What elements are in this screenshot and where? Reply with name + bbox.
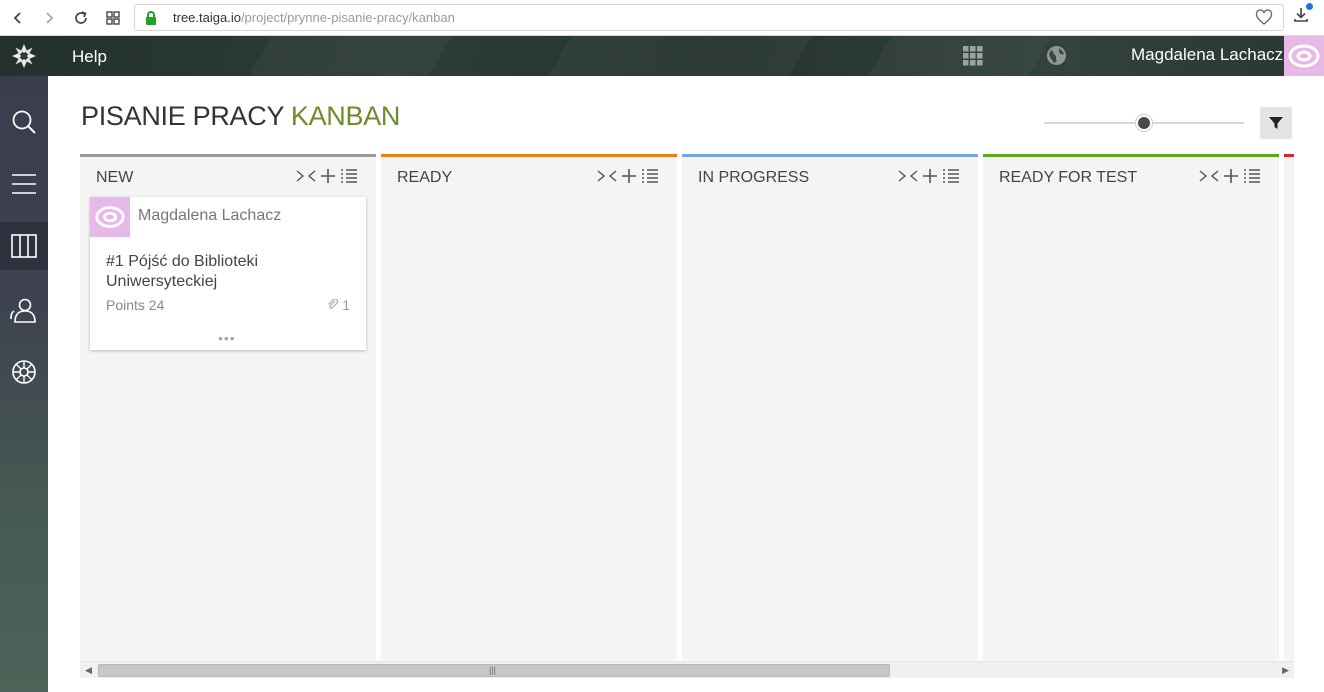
scrollbar-thumb[interactable]: ||| — [98, 664, 890, 677]
card-title-link[interactable]: #1 Pójść do Biblioteki Uniwersyteckiej — [106, 252, 336, 292]
kanban-column-ready-for-test: READY FOR TEST — [983, 154, 1279, 660]
fold-column-icon[interactable] — [296, 169, 316, 183]
card-attachments: 1 — [327, 297, 350, 313]
page-title-section: KANBAN — [290, 101, 401, 131]
url-text: tree.taiga.io/project/prynne-pisanie-pra… — [173, 10, 455, 25]
add-card-icon[interactable] — [320, 168, 336, 184]
kanban-board: NEW Magdalena Lachacz #1 Pójść do Biblio… — [80, 154, 1294, 660]
scroll-right-arrow-icon[interactable]: ▶ — [1282, 665, 1289, 676]
bulk-add-icon[interactable] — [340, 168, 358, 184]
filter-icon — [1269, 117, 1283, 129]
side-navigation — [0, 76, 48, 692]
search-icon — [12, 110, 36, 134]
scroll-left-arrow-icon[interactable]: ◀ — [85, 665, 92, 676]
reload-icon[interactable] — [68, 5, 94, 31]
card-more-dots[interactable]: ••• — [218, 331, 236, 345]
fold-column-icon[interactable] — [597, 169, 617, 183]
download-icon[interactable] — [1292, 3, 1313, 29]
download-badge — [1306, 3, 1313, 10]
column-actions — [597, 168, 659, 184]
team-icon — [10, 298, 36, 323]
sidebar-item-search[interactable] — [0, 98, 48, 146]
settings-icon — [12, 360, 36, 384]
column-title: READY FOR TEST — [999, 169, 1138, 186]
app-topbar: Help Magdalena Lachacz — [0, 36, 1324, 76]
page-title: PISANIE PRACY KANBAN — [81, 101, 401, 131]
column-title: IN PROGRESS — [698, 169, 810, 186]
add-card-icon[interactable] — [621, 168, 637, 184]
kanban-icon — [11, 234, 37, 258]
user-avatar[interactable] — [1284, 36, 1324, 76]
help-link[interactable]: Help — [72, 47, 107, 67]
user-story-card[interactable]: Magdalena Lachacz #1 Pójść do Biblioteki… — [90, 197, 366, 350]
kanban-column-in-progress: IN PROGRESS — [682, 154, 978, 660]
card-owner-avatar[interactable] — [90, 197, 130, 237]
zoom-slider[interactable] — [1044, 115, 1244, 131]
column-title: NEW — [96, 169, 134, 186]
bookmark-heart-icon[interactable] — [1255, 9, 1273, 32]
column-actions — [1199, 168, 1261, 184]
sidebar-item-team[interactable] — [0, 286, 48, 334]
bulk-add-icon[interactable] — [1243, 168, 1261, 184]
column-title: READY — [397, 169, 453, 186]
sidebar-item-settings[interactable] — [0, 348, 48, 396]
menu-icon — [12, 174, 36, 194]
add-card-icon[interactable] — [922, 168, 938, 184]
discover-globe-icon[interactable] — [1046, 45, 1067, 71]
tabs-grid-icon[interactable] — [100, 5, 126, 31]
current-user-name[interactable]: Magdalena Lachacz — [1131, 45, 1283, 65]
address-bar[interactable]: tree.taiga.io/project/prynne-pisanie-pra… — [134, 4, 1284, 31]
kanban-column-next — [1284, 154, 1294, 660]
kanban-column-ready: READY — [381, 154, 677, 660]
browser-toolbar: tree.taiga.io/project/prynne-pisanie-pra… — [0, 0, 1324, 36]
bulk-add-icon[interactable] — [641, 168, 659, 184]
lock-icon — [144, 10, 158, 31]
fold-column-icon[interactable] — [898, 169, 918, 183]
column-actions — [898, 168, 960, 184]
sidebar-item-kanban[interactable] — [0, 222, 48, 270]
column-actions — [296, 168, 358, 184]
card-owner-name[interactable]: Magdalena Lachacz — [138, 207, 281, 225]
bulk-add-icon[interactable] — [942, 168, 960, 184]
sidebar-item-backlog[interactable] — [0, 160, 48, 208]
paperclip-icon — [328, 299, 339, 309]
fold-column-icon[interactable] — [1199, 169, 1219, 183]
zoom-slider-handle[interactable] — [1136, 115, 1152, 131]
attachments-count: 1 — [342, 297, 350, 313]
projects-grid-icon[interactable] — [963, 46, 983, 71]
taiga-logo-icon[interactable] — [0, 36, 48, 76]
kanban-column-new: NEW Magdalena Lachacz #1 Pójść do Biblio… — [80, 154, 376, 660]
back-icon[interactable] — [5, 5, 31, 31]
board-horizontal-scrollbar[interactable]: ◀ ||| ▶ — [80, 661, 1294, 678]
scrollbar-grip-icon: ||| — [489, 665, 497, 675]
filter-button[interactable] — [1260, 107, 1292, 139]
card-points: Points 24 — [106, 297, 165, 313]
forward-icon[interactable] — [36, 5, 62, 31]
add-card-icon[interactable] — [1223, 168, 1239, 184]
